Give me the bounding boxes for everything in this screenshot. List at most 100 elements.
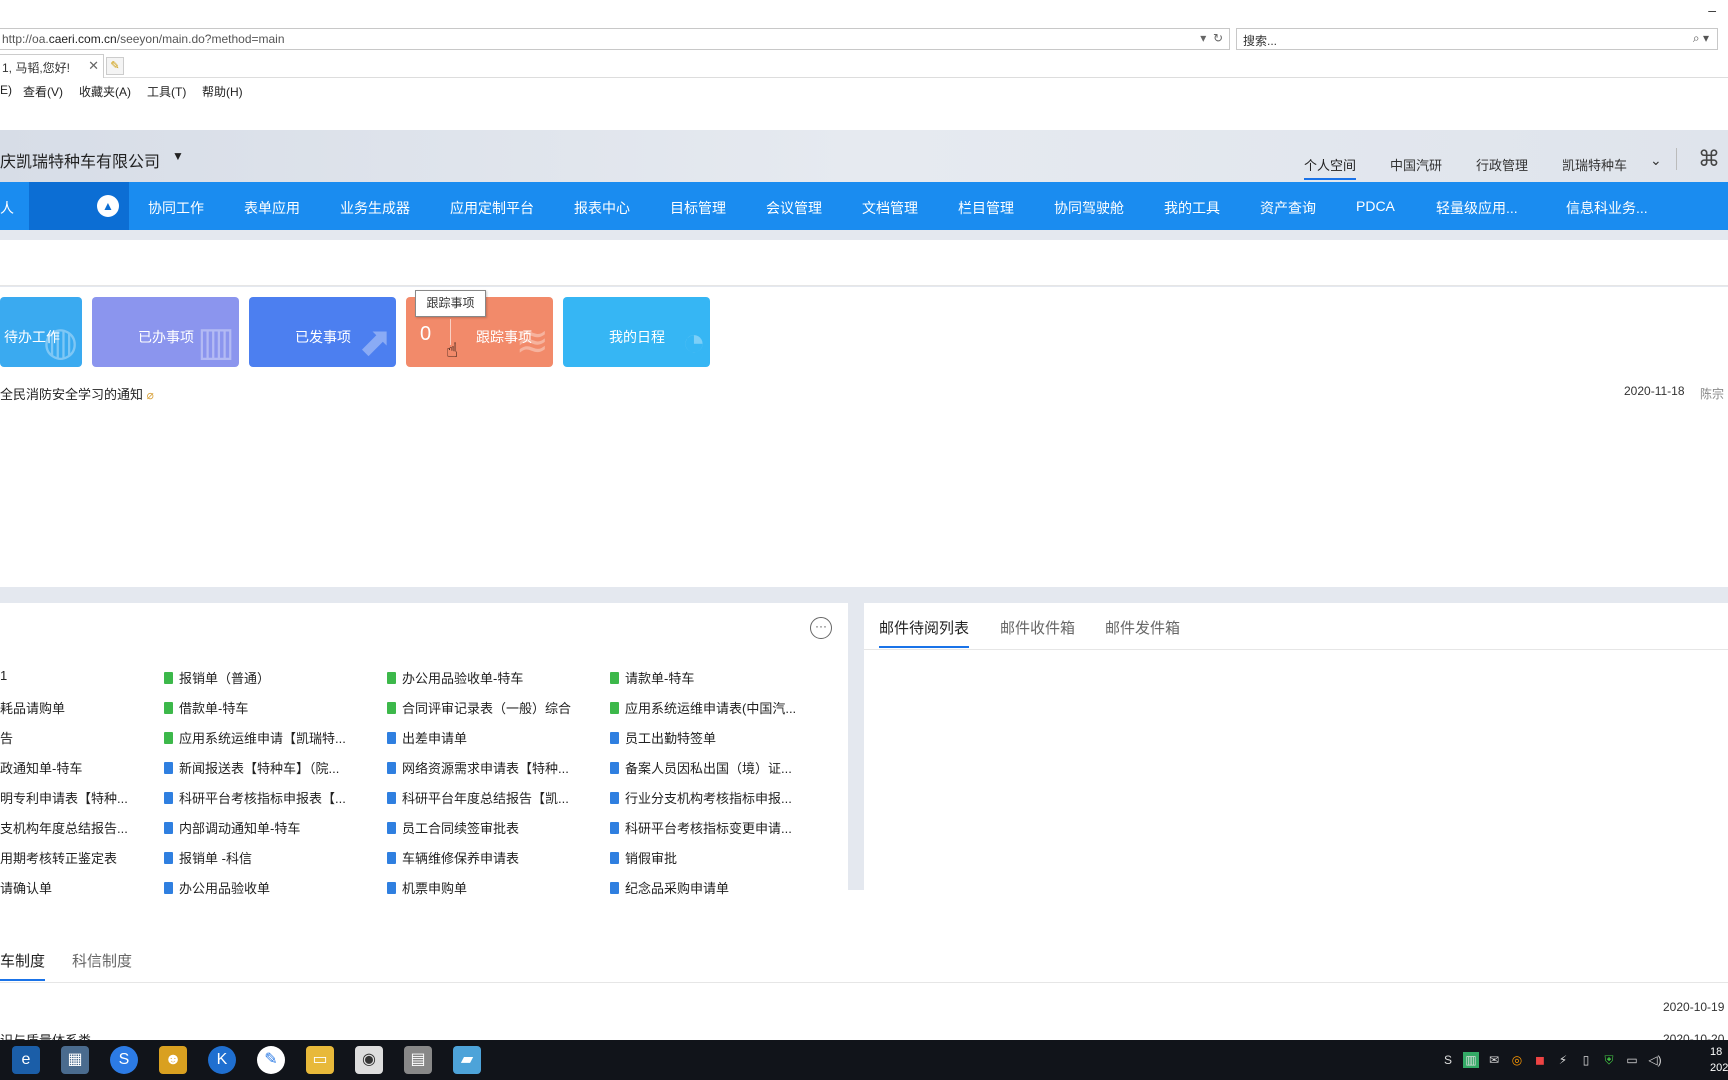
form-link[interactable]: 办公用品验收单	[164, 878, 270, 897]
scanner-icon[interactable]: ▤	[404, 1046, 432, 1074]
menu-item-favorites[interactable]: 收藏夹(A)	[79, 83, 131, 100]
space-tab-company[interactable]: 凯瑞特种车	[1562, 155, 1627, 174]
tab-rules-it[interactable]: 科信制度	[72, 950, 132, 971]
tab-mail-outbox[interactable]: 邮件发件箱	[1105, 617, 1180, 638]
form-link[interactable]: 科研平台考核指标变更申请...	[610, 818, 792, 837]
volume-icon[interactable]: ◁)	[1647, 1052, 1663, 1068]
tab-rules-company[interactable]: 车制度	[0, 950, 46, 981]
nav-item-cockpit[interactable]: 协同驾驶舱	[1054, 198, 1124, 218]
form-link[interactable]: 出差申请单	[387, 728, 467, 747]
nav-item-docs[interactable]: 文档管理	[862, 198, 918, 218]
chevron-down-icon[interactable]: ⌄	[1650, 152, 1662, 169]
tray-app-icon[interactable]: ◼	[1532, 1052, 1548, 1068]
form-link[interactable]: 网络资源需求申请表【特种...	[387, 758, 569, 777]
browser-tab[interactable]: 1, 马韬,您好! ✕	[0, 54, 104, 78]
form-link[interactable]: 行业分支机构考核指标申报...	[610, 788, 792, 807]
space-tab-personal[interactable]: 个人空间	[1304, 155, 1357, 180]
menu-item-edit[interactable]: E)	[0, 83, 12, 97]
tray-mail-icon[interactable]: ✉	[1486, 1052, 1502, 1068]
form-link[interactable]: 1	[0, 668, 7, 683]
tray-display-icon[interactable]: ▭	[1624, 1052, 1640, 1068]
form-link[interactable]: 员工出勤特签单	[610, 728, 716, 747]
nav-item-meetings[interactable]: 会议管理	[766, 198, 822, 218]
form-link[interactable]: 办公用品验收单-特车	[387, 668, 523, 687]
form-link[interactable]: 告	[0, 728, 13, 747]
refresh-icon[interactable]: ▾ ↻	[1200, 31, 1223, 45]
nav-item-forms[interactable]: 表单应用	[244, 198, 300, 218]
form-link[interactable]: 新闻报送表【特种车】（院...	[164, 758, 339, 777]
company-name[interactable]: 庆凯瑞特种车有限公司	[0, 148, 160, 172]
tray-sogou-icon[interactable]: S	[1440, 1052, 1456, 1068]
tab-mail-inbox[interactable]: 邮件收件箱	[1000, 617, 1075, 638]
form-link[interactable]: 借款单-特车	[164, 698, 248, 717]
tray-app-icon[interactable]: ◎	[1509, 1052, 1525, 1068]
more-options-button[interactable]: ···	[810, 617, 832, 639]
nav-item-reports[interactable]: 报表中心	[574, 198, 630, 218]
chevron-down-icon[interactable]: ▼	[172, 149, 184, 163]
form-link[interactable]: 销假审批	[610, 848, 677, 867]
form-link[interactable]: 政通知单-特车	[0, 758, 82, 777]
form-link[interactable]: 报销单 -科信	[164, 848, 252, 867]
form-link[interactable]: 请确认单	[0, 878, 52, 897]
form-link[interactable]: 车辆维修保养申请表	[387, 848, 519, 867]
url-text[interactable]: http://oa.caeri.com.cn/seeyon/main.do?me…	[2, 32, 285, 46]
sogou-icon[interactable]: S	[110, 1046, 138, 1074]
feather-app-icon[interactable]: ✎	[257, 1046, 285, 1074]
apps-grid-icon[interactable]: ⌘	[1698, 146, 1720, 172]
form-link[interactable]: 科研平台考核指标申报表【...	[164, 788, 346, 807]
form-link[interactable]: 耗品请购单	[0, 698, 65, 717]
nav-item-pdca[interactable]: PDCA	[1356, 198, 1395, 214]
form-link[interactable]: 机票申购单	[387, 878, 467, 897]
notepad-icon[interactable]: ▰	[453, 1046, 481, 1074]
tray-network-icon[interactable]: ⚡	[1555, 1052, 1571, 1068]
nav-item-collab[interactable]: 协同工作	[148, 198, 204, 218]
form-link[interactable]: 用期考核转正鉴定表	[0, 848, 117, 867]
form-link[interactable]: 纪念品采购申请单	[610, 878, 729, 897]
nav-item-assets[interactable]: 资产查询	[1260, 198, 1316, 218]
form-link[interactable]: 报销单（普通）	[164, 668, 270, 687]
nav-item-goals[interactable]: 目标管理	[670, 198, 726, 218]
tray-security-icon[interactable]: ⛨	[1601, 1052, 1617, 1068]
form-link[interactable]: 合同评审记录表（一般）综合	[387, 698, 571, 717]
form-link[interactable]: 内部调动通知单-特车	[164, 818, 300, 837]
form-link[interactable]: 支机构年度总结报告...	[0, 818, 128, 837]
form-link[interactable]: 请款单-特车	[610, 668, 694, 687]
menu-item-help[interactable]: 帮助(H)	[202, 83, 243, 100]
notice-title[interactable]: 全民消防安全学习的通知	[0, 387, 143, 402]
form-link[interactable]: 备案人员因私出国（境）证...	[610, 758, 792, 777]
form-link[interactable]: 员工合同续签审批表	[387, 818, 519, 837]
nav-item-columns[interactable]: 栏目管理	[958, 198, 1014, 218]
tray-app-icon[interactable]: ▥	[1463, 1052, 1479, 1068]
card-sent[interactable]: 已发事项 ⬈	[249, 297, 396, 367]
nav-item-tools[interactable]: 我的工具	[1164, 198, 1220, 218]
k-app-icon[interactable]: K	[208, 1046, 236, 1074]
card-schedule[interactable]: 我的日程 ◔	[563, 297, 710, 367]
search-icon[interactable]: ⌕ ▾	[1693, 31, 1709, 46]
nav-item-business-gen[interactable]: 业务生成器	[340, 198, 410, 218]
notice-item[interactable]: 全民消防安全学习的通知 ⌀	[0, 384, 154, 403]
clock[interactable]: 18 202	[1710, 1044, 1728, 1076]
form-link[interactable]: 科研平台年度总结报告【凯...	[387, 788, 569, 807]
nav-item-lightweight[interactable]: 轻量级应用...	[1436, 198, 1518, 218]
menu-item-view[interactable]: 查看(V)	[23, 83, 63, 100]
search-box[interactable]: 搜索... ⌕ ▾	[1236, 28, 1718, 50]
tab-mail-pending[interactable]: 邮件待阅列表	[879, 617, 970, 648]
card-done[interactable]: 已办事项 ▥	[92, 297, 239, 367]
tray-usb-icon[interactable]: ▯	[1578, 1052, 1594, 1068]
address-bar[interactable]: http://oa.caeri.com.cn/seeyon/main.do?me…	[0, 28, 1230, 50]
close-icon[interactable]: ✕	[88, 58, 99, 74]
minimize-button[interactable]: –	[1708, 2, 1716, 18]
nav-item-it-business[interactable]: 信息科业务...	[1566, 198, 1648, 218]
form-link[interactable]: 明专利申请表【特种...	[0, 788, 128, 807]
nav-item-personal[interactable]: 人	[0, 198, 14, 218]
folder-icon[interactable]: ▭	[306, 1046, 334, 1074]
ie-browser-icon[interactable]: e	[12, 1046, 40, 1074]
wechat-icon[interactable]: ◉	[355, 1046, 383, 1074]
search-input[interactable]: 搜索...	[1243, 32, 1277, 49]
nav-item-home[interactable]: ▲	[29, 182, 129, 230]
form-link[interactable]: 应用系统运维申请【凯瑞特...	[164, 728, 346, 747]
card-todo[interactable]: 待办工作 ◍	[0, 297, 82, 367]
nav-item-app-platform[interactable]: 应用定制平台	[450, 198, 534, 218]
qq-game-icon[interactable]: ☻	[159, 1046, 187, 1074]
new-tab-icon[interactable]: ✎	[106, 57, 124, 75]
